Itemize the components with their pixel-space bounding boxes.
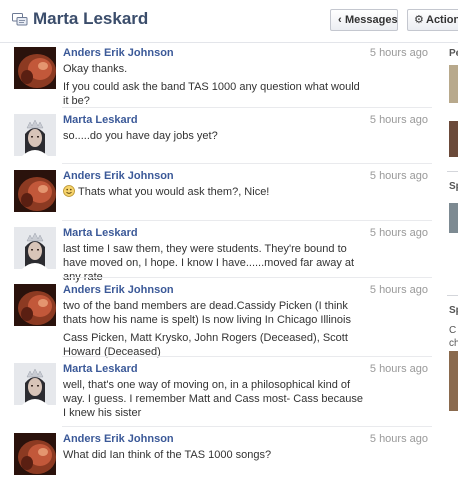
- message-text: If you could ask the band TAS 1000 any q…: [63, 81, 360, 107]
- message-timestamp: 5 hours ago: [369, 363, 428, 375]
- message-author-link[interactable]: Anders Erik Johnson: [63, 47, 174, 59]
- message-item: Anders Erik Johnson 5 hours ago What did…: [0, 426, 432, 480]
- sidebar-text-fragment: ch: [449, 338, 458, 349]
- message-timestamp: 5 hours ago: [369, 227, 428, 239]
- gear-icon: ⚙: [414, 14, 424, 26]
- message-text: Thats what you would ask them?, Nice!: [78, 186, 270, 198]
- message-item: Anders Erik Johnson 5 hours ago Thats wh…: [0, 163, 432, 220]
- conversation-header: Marta Leskard ‹ Messages ⚙ Actions: [0, 0, 458, 43]
- message-timestamp: 5 hours ago: [369, 170, 428, 182]
- message-author-link[interactable]: Anders Erik Johnson: [63, 170, 174, 182]
- message-text-row: Thats what you would ask them?, Nice!: [63, 185, 368, 199]
- message-item: Marta Leskard 5 hours ago so.....do you …: [0, 107, 432, 163]
- message-text: so.....do you have day jobs yet?: [63, 130, 218, 142]
- sidebar-heading-fragment: Sp: [449, 305, 458, 316]
- message-divider: [62, 356, 432, 357]
- right-sidebar: Pe Sp Sp C ch: [447, 43, 458, 480]
- message-text: well, that's one way of moving on, in a …: [63, 379, 363, 419]
- avatar-anders[interactable]: [14, 433, 56, 475]
- message-body: so.....do you have day jobs yet?: [63, 129, 368, 147]
- message-divider: [62, 220, 432, 221]
- message-body: Okay thanks. If you could ask the band T…: [63, 62, 368, 112]
- message-divider: [62, 107, 432, 108]
- sidebar-divider: [447, 295, 458, 296]
- chevron-left-icon: ‹: [338, 14, 342, 26]
- message-timestamp: 5 hours ago: [369, 433, 428, 445]
- sidebar-thumbnail[interactable]: [449, 121, 458, 157]
- message-author-link[interactable]: Marta Leskard: [63, 114, 138, 126]
- message-author-link[interactable]: Anders Erik Johnson: [63, 284, 174, 296]
- message-item: Anders Erik Johnson 5 hours ago two of t…: [0, 277, 432, 358]
- avatar-anders[interactable]: [14, 284, 56, 326]
- avatar-marta[interactable]: [14, 227, 56, 269]
- avatar-anders[interactable]: [14, 47, 56, 89]
- conversation-title: Marta Leskard: [33, 9, 149, 28]
- message-body: well, that's one way of moving on, in a …: [63, 378, 368, 424]
- sidebar-heading-fragment: Pe: [449, 48, 458, 59]
- message-author-link[interactable]: Marta Leskard: [63, 227, 138, 239]
- actions-button-label: Actions: [426, 14, 458, 26]
- sidebar-divider: [447, 171, 458, 172]
- message-body: What did Ian think of the TAS 1000 songs…: [63, 448, 368, 466]
- message-item: Marta Leskard 5 hours ago well, that's o…: [0, 356, 432, 426]
- avatar-marta[interactable]: [14, 114, 56, 156]
- message-text: Okay thanks.: [63, 63, 128, 75]
- sidebar-thumbnail[interactable]: [449, 203, 458, 233]
- actions-button[interactable]: ⚙ Actions: [407, 9, 458, 31]
- message-divider: [62, 426, 432, 427]
- message-text: Cass Picken, Matt Krysko, John Rogers (D…: [63, 332, 348, 358]
- message-item: Anders Erik Johnson 5 hours ago Okay tha…: [0, 43, 432, 107]
- message-timestamp: 5 hours ago: [369, 284, 428, 296]
- message-item: Marta Leskard 5 hours ago last time I sa…: [0, 220, 432, 283]
- messages-button-label: Messages: [345, 14, 398, 26]
- message-text: two of the band members are dead.Cassidy…: [63, 300, 351, 326]
- message-author-link[interactable]: Anders Erik Johnson: [63, 433, 174, 445]
- avatar-anders[interactable]: [14, 170, 56, 212]
- message-divider: [62, 277, 432, 278]
- sidebar-heading-fragment: Sp: [449, 181, 458, 192]
- message-timestamp: 5 hours ago: [369, 47, 428, 59]
- sidebar-thumbnail[interactable]: [449, 65, 458, 103]
- back-to-messages-button[interactable]: ‹ Messages: [330, 9, 398, 31]
- smiley-icon: [63, 185, 75, 197]
- message-author-link[interactable]: Marta Leskard: [63, 363, 138, 375]
- message-timestamp: 5 hours ago: [369, 114, 428, 126]
- avatar-marta[interactable]: [14, 363, 56, 405]
- message-divider: [62, 163, 432, 164]
- sidebar-text-fragment: C: [449, 325, 457, 336]
- messages-icon: [12, 13, 28, 26]
- message-text: What did Ian think of the TAS 1000 songs…: [63, 449, 272, 461]
- message-body: two of the band members are dead.Cassidy…: [63, 299, 368, 363]
- sidebar-thumbnail[interactable]: [449, 351, 458, 411]
- message-body: Thats what you would ask them?, Nice!: [63, 185, 368, 203]
